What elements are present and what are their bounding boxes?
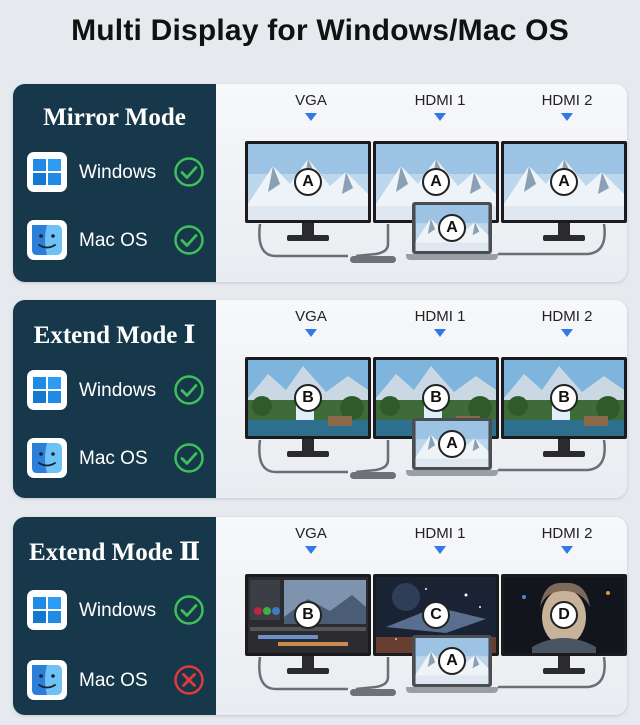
port-label: HDMI 1 bbox=[395, 308, 485, 337]
port-label: VGA bbox=[266, 308, 356, 337]
mode-card: Extend Mode Ⅱ Windows Mac OS bbox=[13, 517, 216, 715]
display-badge: B bbox=[550, 384, 578, 412]
down-arrow-icon bbox=[561, 546, 573, 554]
down-arrow-icon bbox=[434, 546, 446, 554]
finder-face-icon bbox=[27, 220, 67, 260]
down-arrow-icon bbox=[305, 113, 317, 121]
display-badge: C bbox=[422, 601, 450, 629]
monitor-vga: A bbox=[245, 141, 371, 241]
cross-icon bbox=[173, 664, 205, 696]
check-icon bbox=[173, 374, 205, 406]
usb-hub bbox=[350, 689, 396, 696]
mode-card: Mirror Mode Windows Mac OS bbox=[13, 84, 216, 282]
port-row: VGA HDMI 1 HDMI 2 bbox=[216, 308, 627, 344]
usb-hub bbox=[350, 472, 396, 479]
down-arrow-icon bbox=[434, 329, 446, 337]
os-row-mac: Mac OS bbox=[27, 660, 212, 704]
mode-title: Mirror Mode bbox=[43, 104, 186, 131]
monitor-vga: B bbox=[245, 357, 371, 457]
os-row-windows: Windows bbox=[27, 370, 212, 414]
os-label: Windows bbox=[79, 162, 157, 183]
mode-title: Extend Mode Ⅱ bbox=[28, 539, 201, 566]
port-label: HDMI 1 bbox=[395, 92, 485, 121]
down-arrow-icon bbox=[305, 546, 317, 554]
windows-logo-icon bbox=[27, 590, 67, 630]
port-label: VGA bbox=[266, 525, 356, 554]
port-row: VGA HDMI 1 HDMI 2 bbox=[216, 92, 627, 128]
extend-mode-1-panel: Extend Mode Ⅰ Windows Mac OS VGA HDMI 1 … bbox=[13, 300, 627, 498]
down-arrow-icon bbox=[434, 113, 446, 121]
display-badge: A bbox=[438, 430, 466, 458]
finder-face-icon bbox=[27, 660, 67, 700]
os-label: Mac OS bbox=[79, 670, 148, 691]
monitor-hdmi-2: B bbox=[501, 357, 627, 457]
display-badge: A bbox=[422, 168, 450, 196]
check-icon bbox=[173, 156, 205, 188]
port-label: HDMI 2 bbox=[522, 525, 612, 554]
laptop: A bbox=[406, 418, 498, 476]
port-label: HDMI 1 bbox=[395, 525, 485, 554]
down-arrow-icon bbox=[561, 113, 573, 121]
display-badge: B bbox=[294, 601, 322, 629]
port-row: VGA HDMI 1 HDMI 2 bbox=[216, 525, 627, 561]
check-icon bbox=[173, 594, 205, 626]
os-label: Windows bbox=[79, 600, 157, 621]
port-label: VGA bbox=[266, 92, 356, 121]
extend-mode-2-panel: Extend Mode Ⅱ Windows Mac OS VGA HDMI 1 … bbox=[13, 517, 627, 715]
page-title: Multi Display for Windows/Mac OS bbox=[71, 14, 569, 47]
os-label: Windows bbox=[79, 380, 157, 401]
os-row-mac: Mac OS bbox=[27, 220, 212, 264]
display-badge: A bbox=[438, 647, 466, 675]
check-icon bbox=[173, 442, 205, 474]
monitor-hdmi-2: D bbox=[501, 574, 627, 674]
mode-card: Extend Mode Ⅰ Windows Mac OS bbox=[13, 300, 216, 498]
laptop: A bbox=[406, 202, 498, 260]
down-arrow-icon bbox=[561, 329, 573, 337]
display-badge: B bbox=[422, 384, 450, 412]
os-row-windows: Windows bbox=[27, 152, 212, 196]
display-badge: D bbox=[550, 601, 578, 629]
os-label: Mac OS bbox=[79, 230, 148, 251]
display-badge: A bbox=[550, 168, 578, 196]
finder-face-icon bbox=[27, 438, 67, 478]
os-row-mac: Mac OS bbox=[27, 438, 212, 482]
down-arrow-icon bbox=[305, 329, 317, 337]
mode-title: Extend Mode Ⅰ bbox=[33, 322, 196, 349]
display-badge: A bbox=[294, 168, 322, 196]
usb-hub bbox=[350, 256, 396, 263]
monitor-vga: B bbox=[245, 574, 371, 674]
port-label: HDMI 2 bbox=[522, 92, 612, 121]
port-label: HDMI 2 bbox=[522, 308, 612, 337]
os-row-windows: Windows bbox=[27, 590, 212, 634]
os-label: Mac OS bbox=[79, 448, 148, 469]
laptop: A bbox=[406, 635, 498, 693]
check-icon bbox=[173, 224, 205, 256]
windows-logo-icon bbox=[27, 370, 67, 410]
mirror-mode-panel: Mirror Mode Windows Mac OS VGA HDMI 1 HD… bbox=[13, 84, 627, 282]
windows-logo-icon bbox=[27, 152, 67, 192]
monitor-hdmi-2: A bbox=[501, 141, 627, 241]
display-badge: B bbox=[294, 384, 322, 412]
display-badge: A bbox=[438, 214, 466, 242]
